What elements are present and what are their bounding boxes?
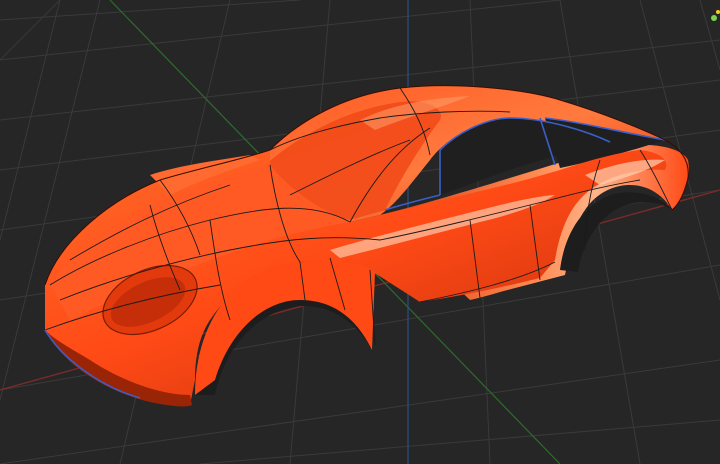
status-dot-secondary	[716, 10, 720, 14]
3d-viewport[interactable]	[0, 0, 720, 464]
viewport-scene[interactable]	[0, 0, 720, 464]
status-dots-icon	[711, 15, 717, 21]
viewport-status-indicator	[710, 10, 720, 24]
